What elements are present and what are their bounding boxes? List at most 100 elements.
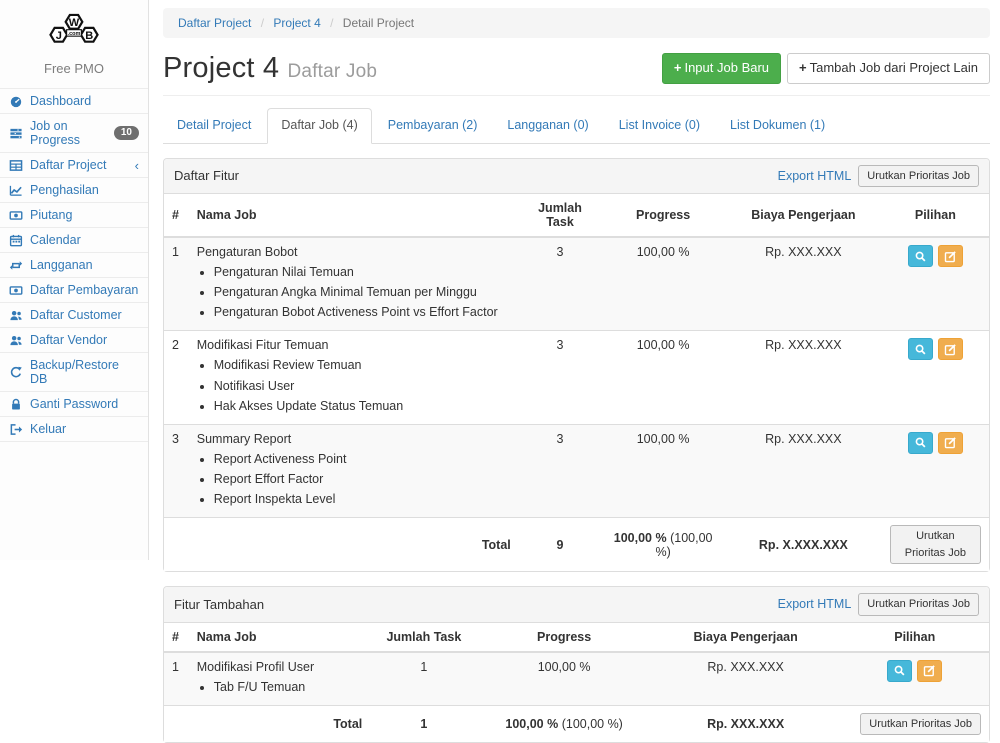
svg-text:W: W: [69, 17, 80, 29]
sidebar-item-daftar-project[interactable]: Daftar Project ‹: [0, 153, 148, 178]
breadcrumb-project-4[interactable]: Project 4: [273, 16, 320, 30]
page-subtitle: Daftar Job: [288, 61, 378, 82]
sidebar-item-daftar-pembayaran[interactable]: Daftar Pembayaran: [0, 278, 148, 303]
jwb-logo[interactable]: J W B .com: [0, 0, 148, 61]
col-biaya-pengerjaan: Biaya Pengerjaan: [651, 623, 841, 652]
view-job-button[interactable]: [908, 338, 933, 360]
actions-cell: [882, 424, 989, 517]
table-header-row: # Nama Job Jumlah Task Progress Biaya Pe…: [164, 623, 989, 652]
export-html-link[interactable]: Export HTML: [778, 597, 852, 611]
export-html-link[interactable]: Export HTML: [778, 169, 852, 183]
svg-text:.com: .com: [68, 31, 81, 37]
col-pilihan: Pilihan: [882, 194, 989, 237]
breadcrumb-daftar-project[interactable]: Daftar Project: [178, 16, 251, 30]
total-tasks: 9: [519, 518, 602, 572]
search-icon: [893, 664, 906, 677]
sidebar-item-calendar[interactable]: Calendar: [0, 228, 148, 253]
sidebar-item-label: Langganan: [30, 258, 93, 272]
progress-value: 100,00 %: [478, 652, 651, 706]
sidebar: J W B .com Free PMO Dashboard Job on Pro…: [0, 0, 149, 560]
biaya-value: Rp. XXX.XXX: [725, 331, 882, 424]
jwb-hexagon-logo-icon: J W B .com: [35, 8, 113, 56]
subtask: Notifikasi User: [214, 377, 511, 395]
urutkan-prioritas-job-button[interactable]: Urutkan Prioritas Job: [858, 593, 979, 616]
project-name: Project 4: [163, 52, 279, 84]
edit-job-button[interactable]: [938, 245, 963, 267]
table-row: 2 Modifikasi Fitur Temuan Modifikasi Rev…: [164, 331, 989, 424]
progress-value: 100,00 %: [601, 424, 725, 517]
line-chart-icon: [9, 184, 23, 197]
view-job-button[interactable]: [908, 245, 933, 267]
sidebar-item-label: Penghasilan: [30, 183, 99, 197]
sidebar-item-langganan[interactable]: Langganan: [0, 253, 148, 278]
tasks-icon: [9, 127, 23, 140]
table-row: 1 Pengaturan Bobot Pengaturan Nilai Temu…: [164, 237, 989, 331]
sidebar-item-penghasilan[interactable]: Penghasilan: [0, 178, 148, 203]
progress-value: 100,00 %: [601, 331, 725, 424]
job-name-cell: Pengaturan Bobot Pengaturan Nilai Temuan…: [189, 237, 519, 331]
sidebar-item-daftar-vendor[interactable]: Daftar Vendor: [0, 328, 148, 353]
users-icon: [9, 334, 23, 347]
total-progress: 100,00 % (100,00 %): [601, 518, 725, 572]
urutkan-prioritas-job-button[interactable]: Urutkan Prioritas Job: [890, 525, 981, 564]
col-progress: Progress: [478, 623, 651, 652]
sidebar-item-ganti-password[interactable]: Ganti Password: [0, 392, 148, 417]
col-pilihan: Pilihan: [841, 623, 990, 652]
edit-job-button[interactable]: [938, 338, 963, 360]
edit-job-button[interactable]: [917, 660, 942, 682]
sidebar-item-dashboard[interactable]: Dashboard: [0, 89, 148, 114]
col-nama-job: Nama Job: [189, 194, 519, 237]
input-job-baru-button[interactable]: +Input Job Baru: [662, 53, 781, 83]
table-icon: [9, 159, 23, 172]
breadcrumb: Daftar Project / Project 4 / Detail Proj…: [163, 8, 990, 38]
col-biaya-pengerjaan: Biaya Pengerjaan: [725, 194, 882, 237]
header-divider: [163, 95, 990, 96]
breadcrumb-current: Detail Project: [343, 16, 414, 30]
search-icon: [914, 250, 927, 263]
tab-pembayaran[interactable]: Pembayaran (2): [374, 108, 492, 144]
job-name: Modifikasi Fitur Temuan: [197, 338, 329, 352]
users-icon: [9, 309, 23, 322]
subtask: Report Effort Factor: [214, 470, 511, 488]
search-icon: [914, 436, 927, 449]
search-icon: [914, 343, 927, 356]
jumlah-task-value: 3: [519, 237, 602, 331]
biaya-value: Rp. XXX.XXX: [725, 237, 882, 331]
total-row: Total 9 100,00 % (100,00 %) Rp. X.XXX.XX…: [164, 518, 989, 572]
total-cost: Rp. XXX.XXX: [651, 705, 841, 742]
sidebar-item-label: Backup/Restore DB: [30, 358, 139, 386]
tambah-job-dari-project-lain-button[interactable]: +Tambah Job dari Project Lain: [787, 53, 990, 83]
subtask: Pengaturan Nilai Temuan: [214, 263, 511, 281]
sidebar-item-label: Daftar Project: [30, 158, 106, 172]
sidebar-item-job-on-progress[interactable]: Job on Progress 10: [0, 114, 148, 153]
tab-list-dokumen[interactable]: List Dokumen (1): [716, 108, 839, 144]
tab-daftar-job[interactable]: Daftar Job (4): [267, 108, 371, 144]
col-number: #: [164, 194, 189, 237]
panel-daftar-fitur-heading: Daftar Fitur Export HTML Urutkan Priorit…: [164, 159, 989, 195]
urutkan-prioritas-job-button[interactable]: Urutkan Prioritas Job: [860, 713, 981, 736]
col-nama-job: Nama Job: [189, 623, 371, 652]
biaya-value: Rp. XXX.XXX: [725, 424, 882, 517]
urutkan-prioritas-job-button[interactable]: Urutkan Prioritas Job: [858, 165, 979, 188]
actions-cell: [841, 652, 990, 706]
tab-list-invoice[interactable]: List Invoice (0): [605, 108, 714, 144]
sidebar-item-label: Dashboard: [30, 94, 91, 108]
job-name-cell: Modifikasi Profil User Tab F/U Temuan: [189, 652, 371, 706]
row-number: 1: [164, 237, 189, 331]
row-number: 1: [164, 652, 189, 706]
subtask: Tab F/U Temuan: [214, 678, 363, 696]
sidebar-item-daftar-customer[interactable]: Daftar Customer: [0, 303, 148, 328]
view-job-button[interactable]: [908, 432, 933, 454]
job-name: Summary Report: [197, 432, 291, 446]
money-icon: [9, 284, 23, 297]
edit-job-button[interactable]: [938, 432, 963, 454]
money-icon: [9, 209, 23, 222]
sidebar-item-piutang[interactable]: Piutang: [0, 203, 148, 228]
total-row: Total 1 100,00 % (100,00 %) Rp. XXX.XXX …: [164, 705, 989, 742]
sidebar-item-backup-restore-db[interactable]: Backup/Restore DB: [0, 353, 148, 392]
subtask-list: Pengaturan Nilai Temuan Pengaturan Angka…: [197, 263, 511, 321]
tab-detail-project[interactable]: Detail Project: [163, 108, 265, 144]
sidebar-item-keluar[interactable]: Keluar: [0, 417, 148, 442]
tab-langganan[interactable]: Langganan (0): [493, 108, 602, 144]
view-job-button[interactable]: [887, 660, 912, 682]
